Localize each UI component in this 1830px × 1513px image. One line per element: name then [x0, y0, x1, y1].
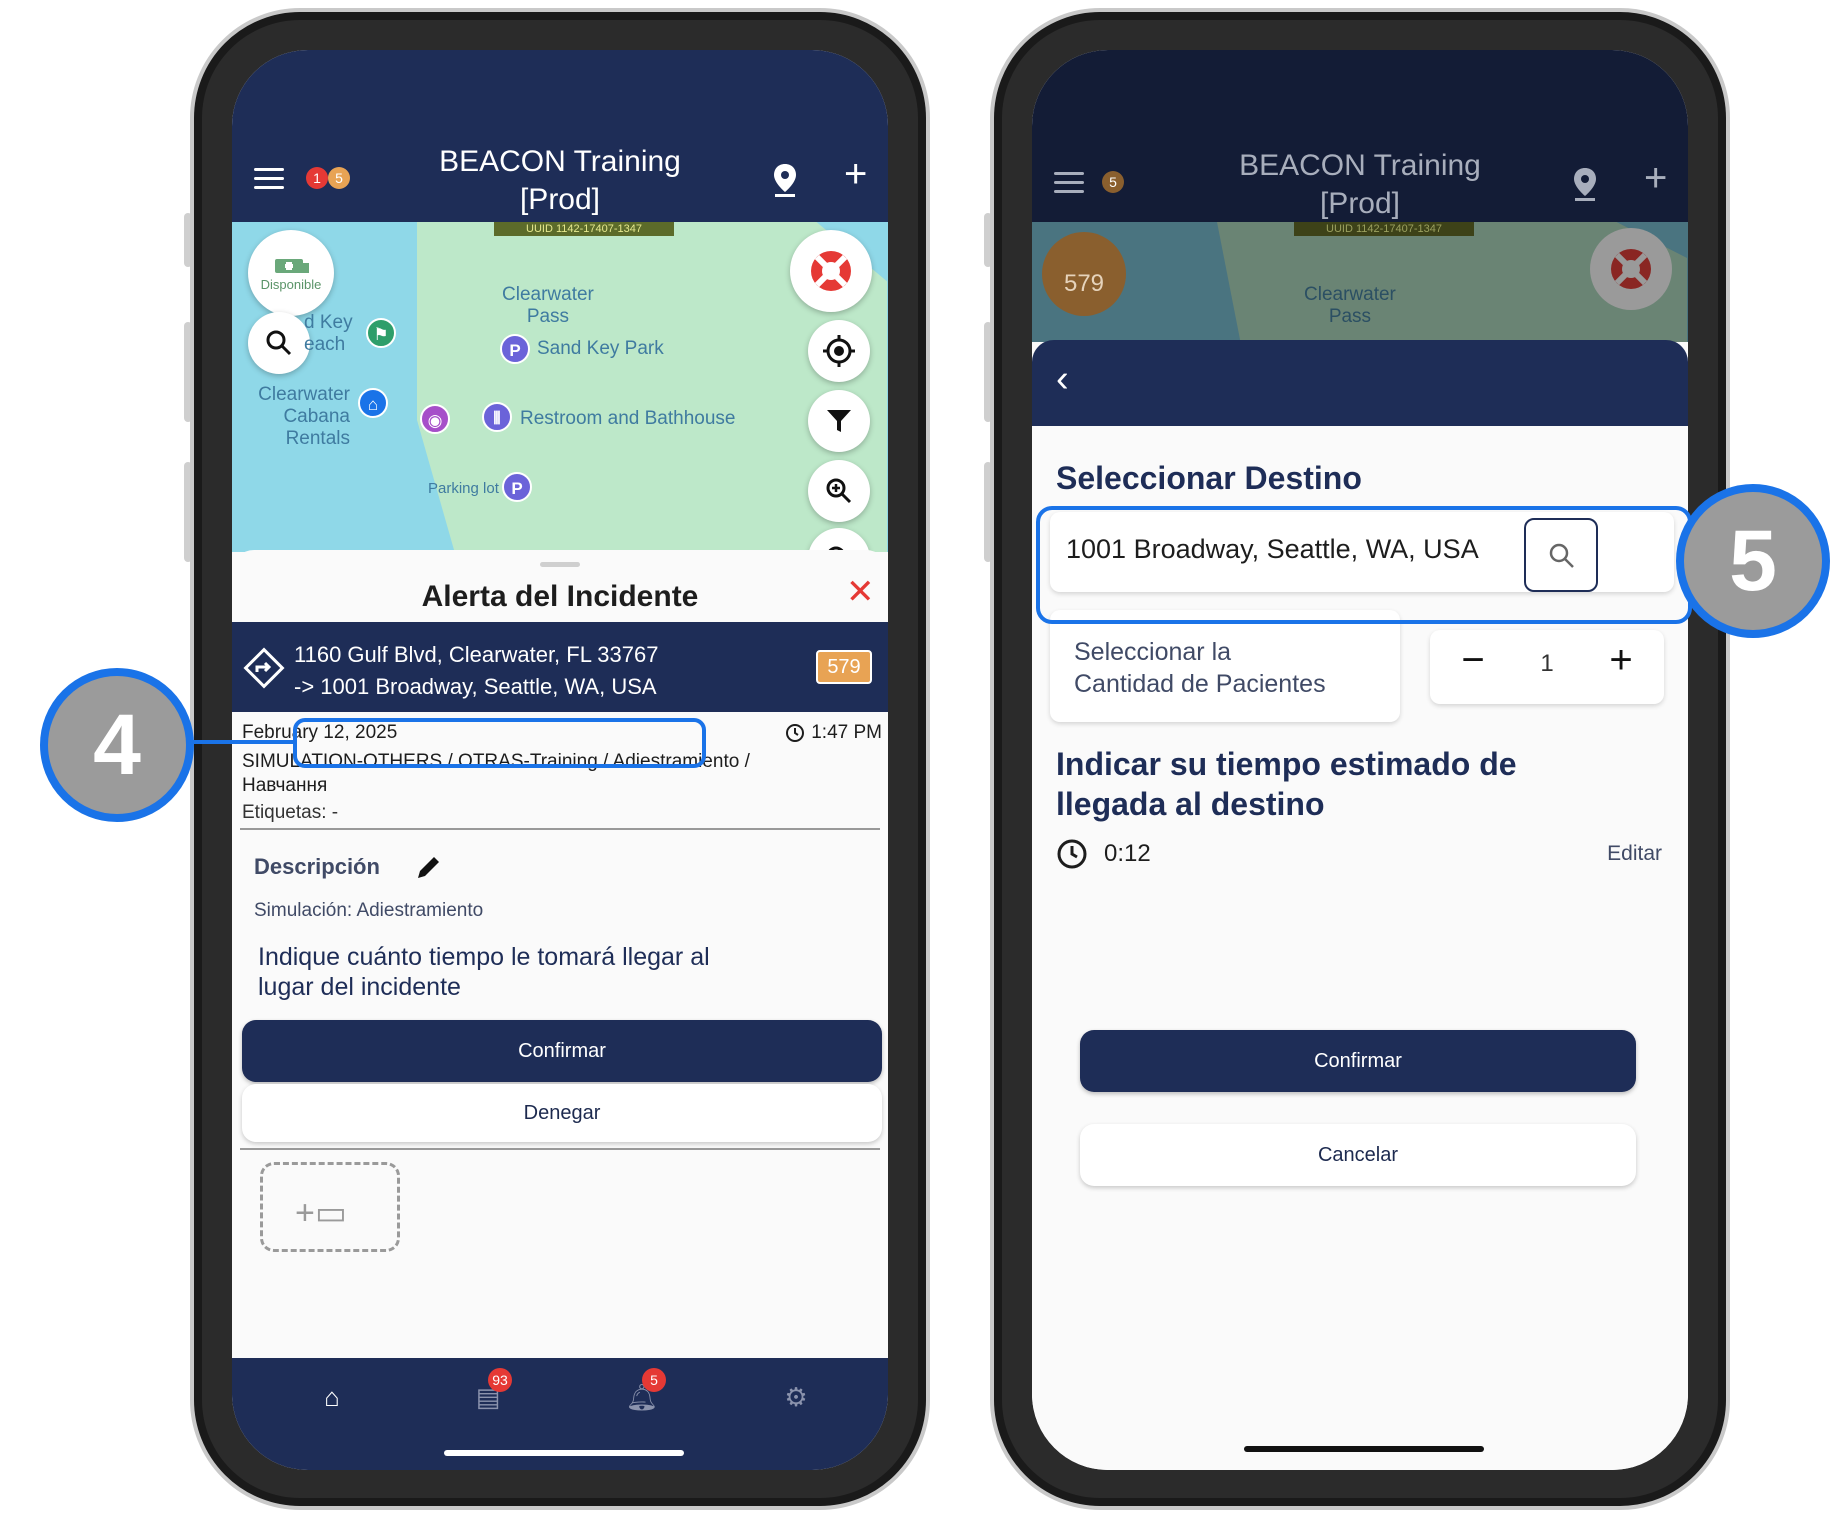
filter-button[interactable] — [808, 390, 870, 452]
ambulance-icon — [275, 258, 309, 273]
parking-icon[interactable]: P — [500, 334, 530, 364]
sos-button[interactable] — [790, 230, 872, 312]
edit-pencil-icon[interactable] — [414, 852, 444, 882]
app-header: 1 5 BEACON Training [Prod] + — [232, 50, 888, 222]
add-photo-icon: +▭ — [295, 1194, 347, 1232]
patients-card: Seleccionar la Cantidad de Pacientes — [1050, 610, 1400, 722]
add-attachment-button[interactable]: +▭ — [260, 1162, 400, 1252]
parking-icon[interactable]: P — [502, 472, 532, 502]
clock-icon — [1057, 839, 1087, 869]
incident-alert-sheet: Alerta del Incidente ✕ 1160 Gulf Blvd, C… — [232, 550, 888, 1330]
notifications-icon[interactable]: 🔔︎ 5 — [622, 1368, 666, 1422]
filter-icon — [827, 410, 851, 432]
sheet-handle[interactable] — [540, 562, 580, 567]
map-label-sand-key-park: Sand Key Park — [537, 338, 664, 359]
eta-title: Indicar su tiempo estimado de llegada al… — [1056, 746, 1517, 822]
close-icon[interactable]: ✕ — [846, 572, 875, 612]
confirm-button[interactable]: Confirmar — [1080, 1030, 1636, 1092]
add-icon[interactable]: + — [1644, 158, 1667, 198]
map-label-parking: Parking lot — [428, 480, 499, 497]
right-screen: 5 BEACON Training [Prod] + UUID 1142-174… — [1032, 50, 1688, 1470]
decrement-button[interactable]: − — [1448, 638, 1498, 683]
edit-eta-link[interactable]: Editar — [1607, 842, 1662, 866]
unit-badge: 579 — [816, 650, 872, 684]
notifications-count-badge: 5 — [642, 1368, 666, 1392]
description-label: Descripción — [254, 854, 380, 879]
increment-button[interactable]: + — [1596, 638, 1646, 683]
map-view[interactable]: UUID 1142-17407-1347 Disponible d Key ea… — [232, 222, 888, 552]
status-label: Disponible — [260, 276, 322, 292]
sos-button — [1590, 228, 1672, 310]
incident-time-wrap: 1:47 PM — [785, 722, 882, 744]
poi-icon-camera[interactable]: ◉ — [420, 404, 450, 434]
destination-highlight — [293, 718, 706, 768]
sheet-title: Alerta del Incidente — [421, 580, 699, 613]
home-indicator — [444, 1450, 684, 1456]
incident-time: 1:47 PM — [811, 722, 882, 743]
directions-icon — [243, 647, 285, 689]
messages-count-badge: 93 — [488, 1368, 512, 1392]
zoom-in-icon — [826, 478, 852, 504]
uuid-label: UUID 1142-17407-1347 — [1294, 222, 1474, 236]
zoom-in-button[interactable] — [808, 460, 870, 522]
route-banner: 1160 Gulf Blvd, Clearwater, FL 33767 -> … — [232, 622, 888, 712]
bottom-tab-bar: ⌂ ▤ 93 🔔︎ 5 ⚙ — [232, 1358, 888, 1470]
eta-value: 0:12 — [1104, 840, 1151, 867]
patients-label: Seleccionar la Cantidad de Pacientes — [1074, 638, 1326, 698]
locate-button[interactable] — [808, 320, 870, 382]
eta-prompt: Indique cuánto tiempo le tomará llegar a… — [258, 943, 710, 1001]
settings-icon[interactable]: ⚙ — [776, 1382, 816, 1422]
lock-icon[interactable]: ⌂ — [358, 388, 388, 418]
callout-connector — [190, 740, 295, 744]
cancel-button[interactable]: Cancelar — [1080, 1124, 1636, 1186]
destination-input-highlight — [1036, 506, 1692, 624]
map-label-clearwater-pass: Clearwater Pass — [1304, 284, 1396, 327]
origin-address: 1160 Gulf Blvd, Clearwater, FL 33767 — [294, 642, 659, 667]
confirm-button[interactable]: Confirmar — [242, 1020, 882, 1082]
status-button[interactable]: Disponible — [248, 230, 334, 316]
divider — [240, 828, 880, 830]
lifebuoy-icon — [811, 251, 851, 291]
patients-count: 1 — [1540, 650, 1554, 677]
map-search-button[interactable] — [248, 312, 310, 374]
home-indicator — [1244, 1446, 1484, 1452]
location-pin-icon[interactable] — [1572, 166, 1598, 202]
panel-header: ‹ — [1032, 340, 1688, 426]
map-view: UUID 1142-17407-1347 579 Clearwater Pass — [1032, 222, 1688, 342]
back-chevron-icon[interactable]: ‹ — [1056, 358, 1069, 401]
poi-icon-golf[interactable]: ⚑ — [366, 318, 396, 348]
messages-icon[interactable]: ▤ 93 — [468, 1368, 512, 1422]
destination-address[interactable]: -> 1001 Broadway, Seattle, WA, USA — [294, 674, 657, 700]
clock-icon — [786, 724, 805, 742]
search-icon — [266, 330, 292, 356]
patients-stepper: − 1 + — [1430, 630, 1664, 704]
map-label-beach: d Key each — [304, 312, 353, 355]
restroom-icon[interactable]: ⫴ — [482, 402, 512, 432]
select-destination-title: Seleccionar Destino — [1056, 460, 1362, 496]
unit-marker: 579 — [1042, 232, 1126, 316]
map-label-clearwater-pass: Clearwater Pass — [502, 284, 594, 327]
app-header: 5 BEACON Training [Prod] + — [1032, 50, 1688, 222]
crosshair-icon — [823, 335, 855, 367]
divider — [240, 1148, 880, 1150]
map-label-restroom: Restroom and Bathhouse — [520, 408, 736, 429]
uuid-label: UUID 1142-17407-1347 — [494, 222, 674, 236]
callout-step-4: 4 — [40, 668, 194, 822]
add-icon[interactable]: + — [844, 154, 867, 194]
description-text: Simulación: Adiestramiento — [254, 900, 484, 921]
home-icon[interactable]: ⌂ — [312, 1382, 352, 1422]
deny-button[interactable]: Denegar — [242, 1084, 882, 1142]
map-label-cabana: Clearwater Cabana Rentals — [258, 384, 350, 449]
incident-tags: Etiquetas: - — [242, 802, 339, 823]
location-pin-icon[interactable] — [772, 162, 798, 198]
lifebuoy-icon — [1611, 249, 1651, 289]
callout-step-5: 5 — [1676, 484, 1830, 638]
